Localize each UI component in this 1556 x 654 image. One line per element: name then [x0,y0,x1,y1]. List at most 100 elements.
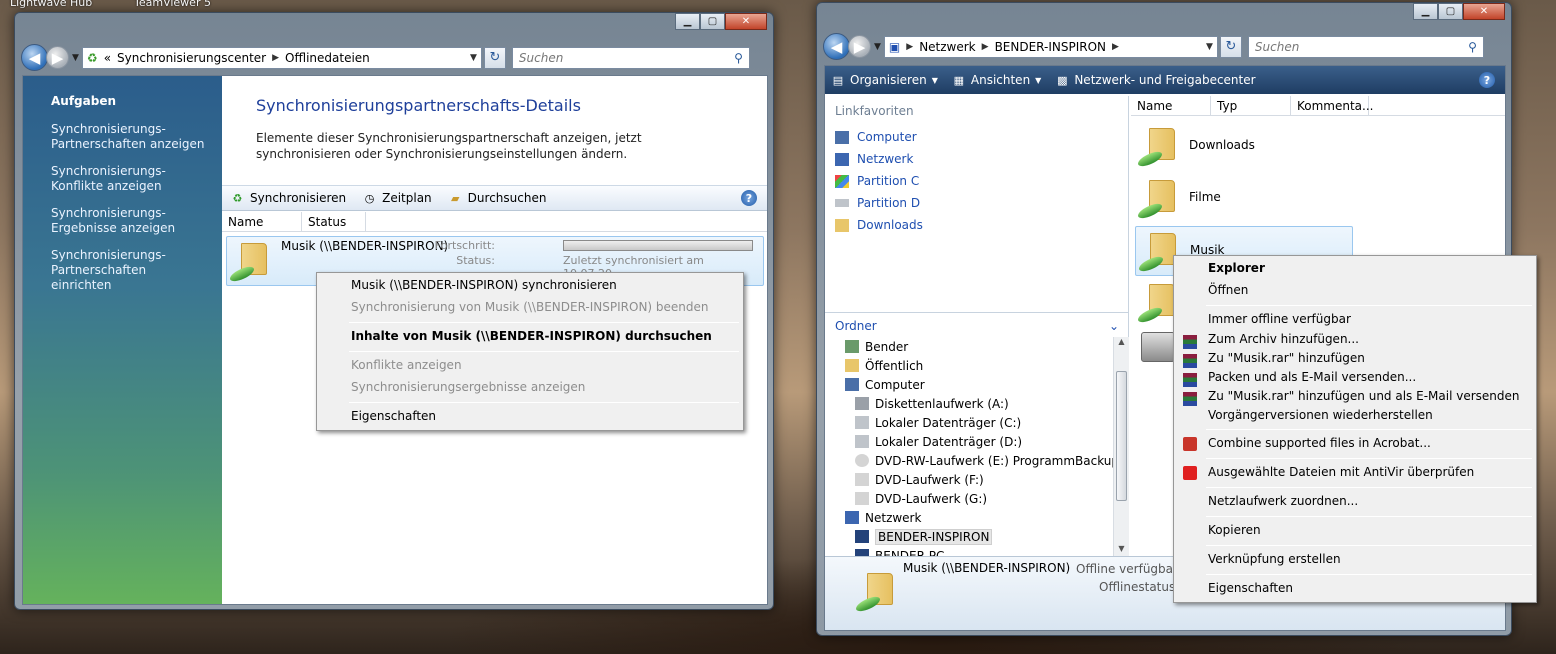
menu-item-stop-sync[interactable]: Synchronisierung von Musik (\\BENDER-INS… [319,297,741,319]
tree-item[interactable]: Computer [825,375,1113,394]
menu-item-restore-versions[interactable]: Vorgängerversionen wiederherstellen [1176,407,1534,426]
organize-button[interactable]: ▤ Organisieren ▼ [831,73,938,87]
menu-item-browse-contents[interactable]: Inhalte von Musik (\\BENDER-INSPIRON) du… [319,326,741,348]
menu-item-copy[interactable]: Kopieren [1176,520,1534,542]
minimize-button[interactable]: ▁ [1413,3,1438,20]
network-center-button[interactable]: ▩ Netzwerk- und Freigabecenter [1055,73,1255,87]
search-input[interactable]: Suchen ⚲ [511,46,750,69]
task-link[interactable]: Synchronisierungs- Partnerschaften anzei… [51,122,208,152]
folders-section: Ordner ⌄ Bender Öffentlich Computer Diske… [825,312,1129,558]
task-link[interactable]: Synchronisierungs- Partnerschaften einri… [51,248,208,293]
help-icon[interactable]: ? [741,190,757,206]
close-button[interactable]: ✕ [1463,3,1505,20]
refresh-button[interactable]: ↻ [1219,35,1242,58]
maximize-button[interactable]: ▢ [1438,3,1463,20]
chevron-right-icon[interactable]: ▶ [1112,42,1119,52]
forward-button[interactable]: ▶ [46,46,69,69]
minimize-button[interactable]: ▁ [675,13,700,30]
menu-separator [1206,545,1532,546]
tree-item[interactable]: Öffentlich [825,356,1113,375]
chevron-down-icon[interactable]: ⌄ [1109,319,1119,333]
file-item-filme[interactable]: Filme [1135,174,1353,224]
winrar-icon [1183,335,1197,349]
breadcrumb-item[interactable]: Offlinedateien [285,51,370,65]
desktop-icon-label[interactable]: Lightwave Hub [10,0,92,9]
address-bar[interactable]: ▣ ▶ Netzwerk ▶ BENDER-INSPIRON ▶ ▼ [883,35,1218,58]
menu-item-add-rar[interactable]: Zu "Musik.rar" hinzufügen [1176,350,1534,369]
tree-item[interactable]: DVD-Laufwerk (F:) [825,470,1113,489]
breadcrumb-item[interactable]: Netzwerk [919,40,975,54]
menu-item-show-results[interactable]: Synchronisierungsergebnisse anzeigen [319,377,741,399]
tree-item[interactable]: DVD-RW-Laufwerk (E:) ProgrammBackup2 [825,451,1113,470]
tree-item[interactable]: Netzwerk [825,508,1113,527]
file-item-downloads[interactable]: Downloads [1135,122,1353,172]
tree-item[interactable]: Diskettenlaufwerk (A:) [825,394,1113,413]
column-header-name[interactable]: Name [222,212,302,231]
chevron-right-icon[interactable]: ▶ [906,42,913,52]
address-overflow[interactable]: « [104,51,111,65]
history-dropdown-icon[interactable]: ▼ [874,42,881,52]
dropdown-icon: ▼ [931,75,938,85]
menu-item-explorer[interactable]: Explorer [1176,258,1534,280]
task-link[interactable]: Synchronisierungs- Ergebnisse anzeigen [51,206,208,236]
maximize-button[interactable]: ▢ [700,13,725,30]
close-button[interactable]: ✕ [725,13,767,30]
column-headers: Name Status [222,212,767,232]
forward-button[interactable]: ▶ [848,35,871,58]
scroll-thumb[interactable] [1116,371,1127,501]
column-header-type[interactable]: Typ [1211,96,1291,115]
back-button[interactable]: ◀ [21,44,48,71]
search-input[interactable]: Suchen ⚲ [1247,35,1484,58]
chevron-right-icon[interactable]: ▶ [272,53,279,63]
tree-scrollbar[interactable]: ▲ ▼ [1113,337,1129,558]
address-dropdown-icon[interactable]: ▼ [1206,42,1213,52]
search-icon[interactable]: ⚲ [734,51,743,65]
breadcrumb-item[interactable]: BENDER-INSPIRON [995,40,1106,54]
favorite-partition-d[interactable]: Partition D [825,192,1128,214]
favorite-computer[interactable]: Computer [825,126,1128,148]
menu-item-acrobat[interactable]: Combine supported files in Acrobat... [1176,433,1534,455]
desktop-icon-label[interactable]: TeamViewer 5 [134,0,211,9]
schedule-button[interactable]: ◷ Zeitplan [362,191,432,206]
menu-item-add-archive[interactable]: Zum Archiv hinzufügen... [1176,331,1534,350]
tree-label: Netzwerk [865,510,922,525]
back-button[interactable]: ◀ [823,33,850,60]
history-dropdown-icon[interactable]: ▼ [72,53,79,63]
menu-item-open[interactable]: Öffnen [1176,280,1534,302]
favorite-downloads[interactable]: Downloads [825,214,1128,236]
refresh-button[interactable]: ↻ [483,46,506,69]
tree-item[interactable]: Bender [825,337,1113,356]
column-header-comment[interactable]: Kommenta... [1291,96,1373,115]
tree-item[interactable]: Lokaler Datenträger (C:) [825,413,1113,432]
column-header-status[interactable]: Status [302,212,366,231]
scroll-up-icon[interactable]: ▲ [1114,337,1129,351]
address-dropdown-icon[interactable]: ▼ [470,53,477,63]
chevron-right-icon[interactable]: ▶ [982,42,989,52]
tree-item-selected[interactable]: BENDER-INSPIRON [825,527,1113,546]
tree-item[interactable]: DVD-Laufwerk (G:) [825,489,1113,508]
menu-item-map-drive[interactable]: Netzlaufwerk zuordnen... [1176,491,1534,513]
navigation-bar: ◀ ▶ ▼ ♻ « Synchronisierungscenter ▶ Offl… [21,44,767,71]
column-header-name[interactable]: Name [1131,96,1211,115]
address-bar[interactable]: ♻ « Synchronisierungscenter ▶ Offlinedat… [81,46,482,69]
folders-header[interactable]: Ordner ⌄ [825,313,1129,339]
menu-item-synchronize[interactable]: Musik (\\BENDER-INSPIRON) synchronisiere… [319,275,741,297]
sync-button[interactable]: ♻ Synchronisieren [230,191,347,206]
menu-item-pack-email[interactable]: Packen und als E-Mail versenden... [1176,369,1534,388]
views-button[interactable]: ▦ Ansichten ▼ [952,73,1042,87]
tree-item[interactable]: Lokaler Datenträger (D:) [825,432,1113,451]
menu-item-antivir[interactable]: Ausgewählte Dateien mit AntiVir überprüf… [1176,462,1534,484]
browse-button[interactable]: ▰ Durchsuchen [448,191,547,206]
menu-item-show-conflicts[interactable]: Konflikte anzeigen [319,355,741,377]
favorite-network[interactable]: Netzwerk [825,148,1128,170]
search-icon[interactable]: ⚲ [1468,40,1477,54]
menu-item-create-shortcut[interactable]: Verknüpfung erstellen [1176,549,1534,571]
favorite-partition-c[interactable]: Partition C [825,170,1128,192]
help-icon[interactable]: ? [1479,72,1495,88]
task-link[interactable]: Synchronisierungs- Konflikte anzeigen [51,164,208,194]
menu-item-add-rar-email[interactable]: Zu "Musik.rar" hinzufügen und als E-Mail… [1176,388,1534,407]
breadcrumb-item[interactable]: Synchronisierungscenter [117,51,266,65]
menu-item-properties[interactable]: Eigenschaften [1176,578,1534,600]
menu-item-properties[interactable]: Eigenschaften [319,406,741,428]
menu-item-always-offline[interactable]: Immer offline verfügbar [1176,309,1534,331]
